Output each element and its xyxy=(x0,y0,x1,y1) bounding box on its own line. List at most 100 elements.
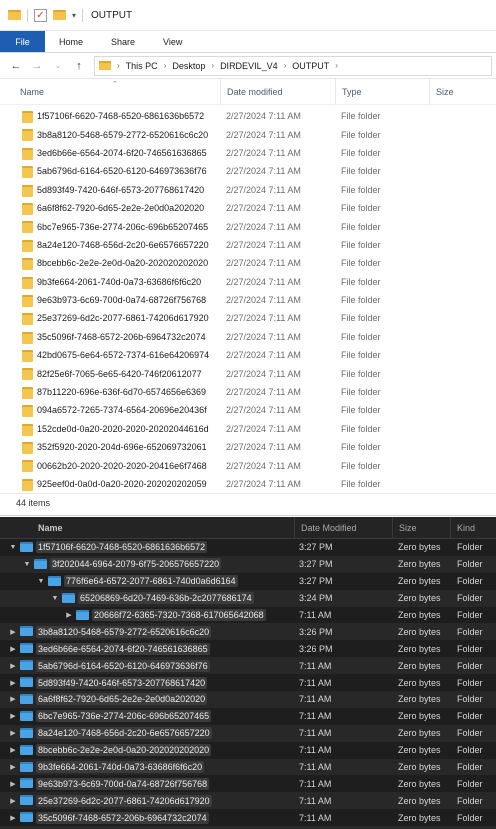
column-size[interactable]: Size xyxy=(392,517,450,539)
tab-share[interactable]: Share xyxy=(97,31,149,52)
chevron-right-icon[interactable]: › xyxy=(335,61,338,70)
quick-access-dropdown-icon[interactable]: ▾ xyxy=(72,11,76,20)
list-item[interactable]: ▶ 8a24e120-7468-656d-2c20-6e6576657220 7:1… xyxy=(0,724,496,742)
list-item[interactable]: 9e63b973-6c69-700d-0a74-68726f756768 2/27… xyxy=(0,291,496,309)
folder-icon xyxy=(20,710,33,721)
column-size[interactable]: Size xyxy=(429,79,496,105)
disclosure-triangle-icon[interactable]: ▶ xyxy=(9,729,17,737)
column-date-modified[interactable]: Date Modified xyxy=(294,517,392,539)
list-item[interactable]: ▼ 3f202044-6964-2079-6f75-206576657220 3:2… xyxy=(0,555,496,573)
chevron-right-icon[interactable]: › xyxy=(284,61,287,70)
forward-arrow-icon[interactable]: → xyxy=(31,60,43,72)
list-item[interactable]: 6bc7e965-736e-2774-206c-696b65207465 2/27… xyxy=(0,217,496,235)
list-item[interactable]: 152cde0d-0a20-2020-2020-20202044616d 2/27… xyxy=(0,420,496,438)
folder-icon xyxy=(22,166,33,179)
list-item[interactable]: ▶ 9b3fe664-2061-740d-0a73-63686f6f6c20 7:1… xyxy=(0,758,496,776)
list-item[interactable]: ▶ 20666f72-6365-7320-7368-617065642068 7:1… xyxy=(0,607,496,624)
list-item[interactable]: ▶ 5ab6796d-6164-6520-6120-646973636f76 7:1… xyxy=(0,657,496,675)
column-name[interactable]: Name xyxy=(0,517,296,539)
chevron-right-icon[interactable]: › xyxy=(117,61,120,70)
list-item[interactable]: 5ab6796d-6164-6520-6120-646973636f76 2/27… xyxy=(0,162,496,180)
disclosure-triangle-icon[interactable]: ▶ xyxy=(9,763,17,771)
breadcrumb-desktop[interactable]: Desktop xyxy=(172,61,205,71)
disclosure-triangle-icon[interactable]: ▼ xyxy=(23,561,31,568)
item-type: File folder xyxy=(341,147,381,158)
address-bar[interactable]: › This PC › Desktop › DIRDEVIL_V4 › OUTP… xyxy=(94,55,492,76)
list-item[interactable]: ▶ 25e37269-6d2c-2077-6861-74206d617920 7:1… xyxy=(0,792,496,810)
list-item[interactable]: 8bcebb6c-2e2e-2e0d-0a20-202020202020 2/27… xyxy=(0,254,496,272)
list-item[interactable]: ▶ 6bc7e965-736e-2774-206c-696b65207465 7:1… xyxy=(0,708,496,725)
breadcrumb-this-pc[interactable]: This PC xyxy=(126,61,158,71)
list-item[interactable]: 9b3fe664-2061-740d-0a73-63686f6f6c20 2/27… xyxy=(0,273,496,291)
list-item[interactable]: 87b11220-696e-636f-6d70-6574656e6369 2/27… xyxy=(0,383,496,401)
list-item[interactable]: 42bd0675-6e64-6572-7374-616e64206974 2/27… xyxy=(0,346,496,364)
list-item[interactable]: ▼ 1f57106f-6620-7468-6520-6861636b6572 3:2… xyxy=(0,539,496,556)
list-item[interactable]: ▶ 3ed6b66e-6564-2074-6f20-746561636865 3:2… xyxy=(0,640,496,657)
list-item[interactable]: 925eef0d-0a0d-0a20-2020-202020202059 2/27… xyxy=(0,475,496,491)
breadcrumb-dirdevil[interactable]: DIRDEVIL_V4 xyxy=(220,61,278,71)
list-item[interactable]: 352f5920-2020-204d-696e-652069732061 2/27… xyxy=(0,438,496,456)
disclosure-triangle-icon[interactable]: ▶ xyxy=(9,797,17,805)
folder-icon xyxy=(20,727,33,738)
folder-icon[interactable] xyxy=(8,10,21,20)
item-size: Zero bytes xyxy=(398,694,441,705)
item-name: 3b8a8120-5468-6579-2772-6520616c6c20 xyxy=(37,129,209,140)
tab-view[interactable]: View xyxy=(149,31,196,52)
column-date-modified[interactable]: Date modified xyxy=(220,79,335,105)
list-item[interactable]: 25e37269-6d2c-2077-6861-74206d617920 2/27… xyxy=(0,309,496,327)
item-name: 3ed6b66e-6564-2074-6f20-746561636865 xyxy=(37,147,207,158)
list-item[interactable]: 82f25e6f-7065-6e65-6420-746f20612077 2/27… xyxy=(0,364,496,382)
breadcrumb-output[interactable]: OUTPUT xyxy=(292,61,329,71)
list-item[interactable]: ▼ 776f6e64-6572-2077-6861-740d0a6d6164 3:2… xyxy=(0,573,496,590)
ribbon-tabs: File Home Share View xyxy=(0,31,496,53)
item-type: File folder xyxy=(341,129,381,140)
item-name: 42bd0675-6e64-6572-7374-616e64206974 xyxy=(37,350,210,361)
column-kind[interactable]: Kind xyxy=(450,517,496,539)
up-arrow-icon[interactable]: ↑ xyxy=(73,60,85,72)
list-item[interactable]: 1f57106f-6620-7468-6520-6861636b6572 2/27… xyxy=(0,107,496,125)
list-item[interactable]: 3b8a8120-5468-6579-2772-6520616c6c20 2/27… xyxy=(0,125,496,143)
disclosure-triangle-icon[interactable]: ▶ xyxy=(9,746,17,754)
chevron-right-icon[interactable]: › xyxy=(164,61,167,70)
column-type[interactable]: Type xyxy=(335,79,429,105)
disclosure-triangle-icon[interactable]: ▶ xyxy=(9,662,17,670)
list-item[interactable]: 35c5096f-7468-6572-206b-6964732c2074 2/27… xyxy=(0,328,496,346)
disclosure-triangle-icon[interactable]: ▶ xyxy=(9,712,17,720)
disclosure-triangle-icon[interactable]: ▶ xyxy=(9,695,17,703)
list-item[interactable]: ▶ 5d893f49-7420-646f-6573-207768617420 7:1… xyxy=(0,674,496,691)
disclosure-triangle-icon[interactable]: ▼ xyxy=(51,595,59,602)
item-name: 25e37269-6d2c-2077-6861-74206d617920 xyxy=(36,794,212,807)
list-item[interactable]: 5d893f49-7420-646f-6573-207768617420 2/27… xyxy=(0,181,496,199)
disclosure-triangle-icon[interactable]: ▶ xyxy=(9,628,17,636)
item-date-modified: 2/27/2024 7:11 AM xyxy=(226,276,301,287)
new-folder-icon[interactable] xyxy=(53,10,66,20)
tab-home[interactable]: Home xyxy=(45,31,97,52)
back-arrow-icon[interactable]: ← xyxy=(10,60,22,72)
disclosure-triangle-icon[interactable]: ▶ xyxy=(9,814,17,822)
list-item[interactable]: ▶ 6a6f8f62-7920-6d65-2e2e-2e0d0a202020 7:1… xyxy=(0,691,496,708)
folder-icon xyxy=(20,812,33,823)
list-item[interactable]: 8a24e120-7468-656d-2c20-6e6576657220 2/27… xyxy=(0,236,496,254)
list-item[interactable]: ▶ 9e63b973-6c69-700d-0a74-68726f756768 7:1… xyxy=(0,775,496,792)
list-item[interactable]: ▶ 35c5096f-7468-6572-206b-6964732c2074 7:1… xyxy=(0,809,496,826)
list-item[interactable]: ▶ 3b8a8120-5468-6579-2772-6520616c6c20 3:2… xyxy=(0,623,496,641)
item-date-modified: 3:27 PM xyxy=(299,559,333,570)
list-item[interactable]: 6a6f8f62-7920-6d65-2e2e-2e0d0a202020 2/27… xyxy=(0,199,496,217)
chevron-right-icon[interactable]: › xyxy=(211,61,214,70)
item-type: File folder xyxy=(341,184,381,195)
properties-check-icon[interactable]: ✓ xyxy=(34,8,47,22)
list-item[interactable]: ▼ 65206869-6d20-7469-636b-2c2077686174 3:2… xyxy=(0,589,496,607)
disclosure-triangle-icon[interactable]: ▼ xyxy=(37,578,45,585)
disclosure-triangle-icon[interactable]: ▶ xyxy=(9,780,17,788)
list-item[interactable]: 094a6572-7265-7374-6564-20696e20436f 2/27… xyxy=(0,401,496,419)
disclosure-triangle-icon[interactable]: ▶ xyxy=(9,645,17,653)
list-item[interactable]: 3ed6b66e-6564-2074-6f20-746561636865 2/27… xyxy=(0,144,496,162)
column-name[interactable]: Name xyxy=(14,79,220,105)
tab-file[interactable]: File xyxy=(0,31,45,52)
disclosure-triangle-icon[interactable]: ▶ xyxy=(65,611,73,619)
list-item[interactable]: ▶ 8bcebb6c-2e2e-2e0d-0a20-202020202020 7:1… xyxy=(0,742,496,759)
recent-dropdown-icon[interactable]: ⌄ xyxy=(52,62,64,70)
disclosure-triangle-icon[interactable]: ▶ xyxy=(9,679,17,687)
list-item[interactable]: 00662b20-2020-2020-2020-20416e6f7468 2/27… xyxy=(0,456,496,474)
disclosure-triangle-icon[interactable]: ▼ xyxy=(9,544,17,551)
